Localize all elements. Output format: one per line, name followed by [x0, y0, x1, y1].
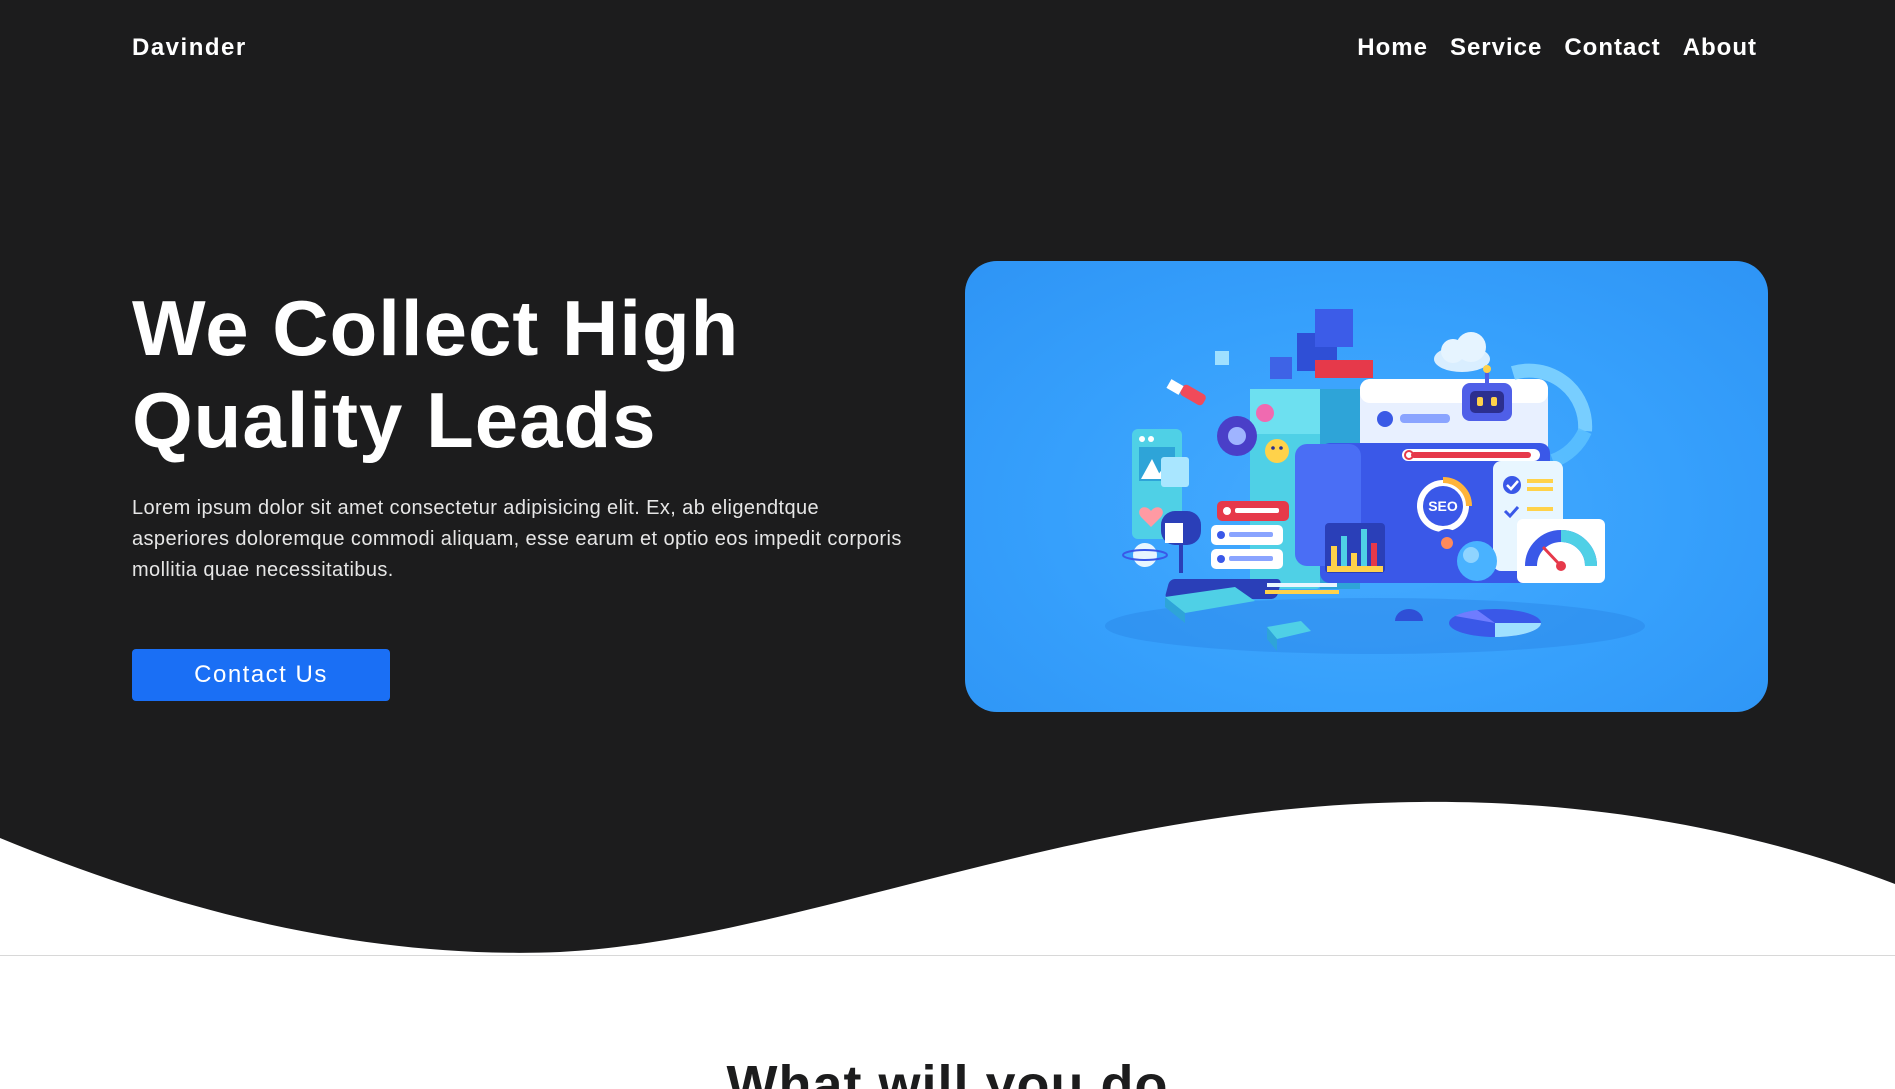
navbar: Davinder Home Service Contact About — [132, 28, 1757, 68]
hero-title: We Collect High Quality Leads — [132, 282, 952, 466]
hero-title-line-1: We Collect High — [132, 284, 740, 372]
svg-text:SEO: SEO — [1428, 498, 1458, 514]
nav-link-about[interactable]: About — [1683, 34, 1757, 62]
emoji-icon — [1265, 439, 1289, 463]
hero-description: Lorem ipsum dolor sit amet consectetur a… — [132, 497, 902, 581]
nav-link-contact[interactable]: Contact — [1564, 34, 1660, 62]
pie-chart-icon — [1449, 609, 1541, 637]
cloud-icon — [1434, 332, 1490, 372]
bar-chart-icon — [1325, 523, 1385, 573]
landing-page: Davinder Home Service Contact About We C… — [0, 0, 1895, 1089]
contact-us-button[interactable]: Contact Us — [132, 649, 390, 701]
hero-title-line-2: Quality Leads — [132, 376, 657, 464]
gauge-icon — [1517, 519, 1605, 583]
gear-icon — [1217, 416, 1257, 456]
marketing-illustration: SEO — [1105, 309, 1645, 654]
nav-link-home[interactable]: Home — [1357, 34, 1428, 62]
paint-roller-icon — [1166, 379, 1206, 406]
seo-badge: SEO — [1417, 477, 1472, 532]
hero-wave — [0, 801, 1895, 960]
brand-logo[interactable]: Davinder — [132, 34, 247, 62]
section-divider — [0, 955, 1895, 956]
section-heading: What will you do — [726, 1055, 1169, 1089]
nav-link-service[interactable]: Service — [1450, 34, 1542, 62]
nav-links: Home Service Contact About — [1357, 34, 1757, 62]
chat-bubbles-icon — [1211, 501, 1289, 569]
mailbox-icon — [1161, 511, 1201, 573]
hero-illustration-card: SEO — [965, 261, 1768, 712]
robot-icon — [1462, 365, 1512, 421]
planet-icon — [1122, 543, 1168, 567]
